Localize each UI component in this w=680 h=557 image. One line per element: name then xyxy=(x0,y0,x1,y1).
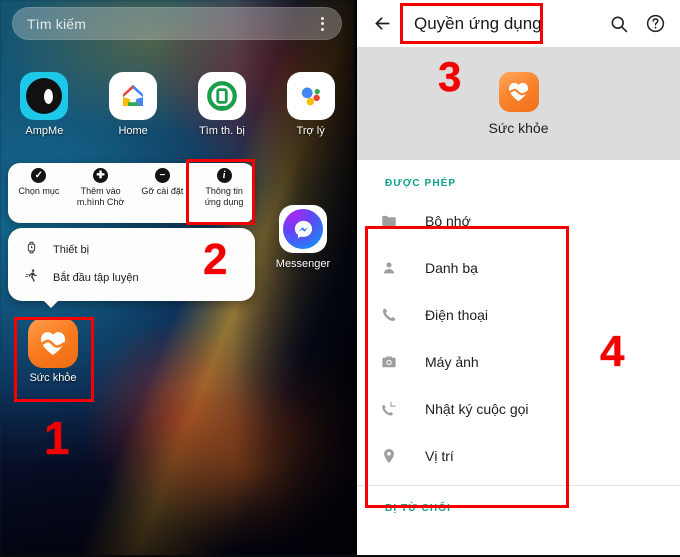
messenger-icon xyxy=(279,205,327,253)
context-item-select[interactable]: ✓ Chọn mục xyxy=(8,168,70,197)
app-label: Messenger xyxy=(275,258,331,270)
app-label: Tìm th. bị xyxy=(198,125,245,137)
shortcut-label: Thiết bị xyxy=(53,244,90,256)
arrow-left-icon[interactable] xyxy=(369,11,395,37)
location-pin-icon xyxy=(379,446,399,466)
permission-label: Vị trí xyxy=(425,447,454,464)
google-assistant-icon xyxy=(286,72,335,120)
app-header: Sức khỏe xyxy=(357,47,680,160)
permission-label: Máy ảnh xyxy=(425,353,479,370)
shortcut-label: Bắt đầu tập luyện xyxy=(53,272,139,284)
permission-row-storage[interactable]: Bộ nhớ xyxy=(357,197,680,244)
contacts-person-icon xyxy=(379,258,399,278)
add-home-icon: ✚ xyxy=(93,168,109,183)
app-permissions-panel: Quyền ứng dụng Sức khỏe ĐƯỢC PHÉP Bộ nhớ… xyxy=(355,0,680,557)
app-label: Home xyxy=(118,125,148,137)
app-context-menu: ✓ Chọn mục ✚ Thêm vào m.hình Chờ − Gỡ cà… xyxy=(8,163,255,223)
context-item-add-home[interactable]: ✚ Thêm vào m.hình Chờ xyxy=(70,168,132,208)
app-name: Sức khỏe xyxy=(488,119,549,136)
find-my-device-icon xyxy=(197,72,246,120)
search-icon[interactable] xyxy=(606,11,632,37)
permission-label: Danh bạ xyxy=(425,259,478,276)
help-circle-icon[interactable] xyxy=(642,11,668,37)
top-app-bar: Quyền ứng dụng xyxy=(357,0,680,47)
permission-row-contacts[interactable]: Danh bạ xyxy=(357,244,680,291)
allowed-section-header: ĐƯỢC PHÉP xyxy=(385,178,457,189)
uninstall-icon: − xyxy=(154,168,170,183)
samsung-health-icon xyxy=(498,71,539,112)
context-item-uninstall[interactable]: − Gỡ cài đặt xyxy=(132,168,194,197)
app-suc-khoe[interactable]: Sức khỏe xyxy=(18,318,88,384)
samsung-health-icon xyxy=(28,318,78,368)
annotation-number-4: 4 xyxy=(600,327,625,376)
page-title: Quyền ứng dụng xyxy=(414,13,542,33)
google-home-icon xyxy=(109,72,158,120)
app-label: Trợ lý xyxy=(296,125,325,137)
context-item-label: Thông tin ứng dụng xyxy=(204,186,244,207)
permission-row-camera[interactable]: Máy ảnh xyxy=(357,338,680,385)
permission-label: Nhật ký cuộc gọi xyxy=(425,400,529,417)
app-label: AmpMe xyxy=(25,125,64,137)
denied-section-header: BỊ TỪ CHỐI xyxy=(385,503,451,514)
popup-tail xyxy=(42,299,60,308)
ampme-icon xyxy=(20,72,69,120)
app-messenger[interactable]: Messenger xyxy=(267,205,339,270)
check-circle-icon: ✓ xyxy=(31,168,47,183)
three-dots-vertical-icon[interactable] xyxy=(318,14,327,34)
annotation-number-2: 2 xyxy=(203,235,228,284)
context-item-label: Thêm vào m.hình Chờ xyxy=(76,186,125,207)
tutorial-screenshot: Tìm kiếm AmpMe Home Tìm th. bị Trợ lý Me… xyxy=(0,0,680,557)
camera-icon xyxy=(379,352,399,372)
watch-icon xyxy=(24,240,39,260)
phone-icon xyxy=(379,305,399,325)
context-item-app-info[interactable]: i Thông tin ứng dụng xyxy=(193,168,255,208)
app-find-my-device[interactable]: Tìm th. bị xyxy=(186,72,258,137)
folder-icon xyxy=(379,211,399,231)
call-log-icon xyxy=(379,399,399,419)
app-label: Sức khỏe xyxy=(29,372,77,384)
app-info-icon: i xyxy=(216,168,232,183)
context-item-label: Chọn mục xyxy=(18,186,60,196)
app-row: AmpMe Home Tìm th. bị Trợ lý xyxy=(0,72,355,137)
permission-row-phone[interactable]: Điện thoại xyxy=(357,291,680,338)
permission-label: Bộ nhớ xyxy=(425,212,471,229)
app-assistant[interactable]: Trợ lý xyxy=(275,72,347,137)
annotation-number-3: 3 xyxy=(438,53,462,100)
home-screen-panel: Tìm kiếm AmpMe Home Tìm th. bị Trợ lý Me… xyxy=(0,0,355,557)
permission-row-call-log[interactable]: Nhật ký cuộc gọi xyxy=(357,385,680,432)
permission-list: Bộ nhớ Danh bạ Điện thoại Máy ảnh Nhật k… xyxy=(357,197,680,479)
app-ampme[interactable]: AmpMe xyxy=(8,72,80,137)
annotation-number-1: 1 xyxy=(44,412,70,464)
app-home[interactable]: Home xyxy=(97,72,169,137)
permission-label: Điện thoại xyxy=(425,306,489,323)
running-person-icon xyxy=(24,268,39,288)
search-bar[interactable]: Tìm kiếm xyxy=(12,7,342,40)
permission-row-location[interactable]: Vị trí xyxy=(357,432,680,479)
context-item-label: Gỡ cài đặt xyxy=(141,186,184,196)
search-input[interactable]: Tìm kiếm xyxy=(27,16,318,32)
